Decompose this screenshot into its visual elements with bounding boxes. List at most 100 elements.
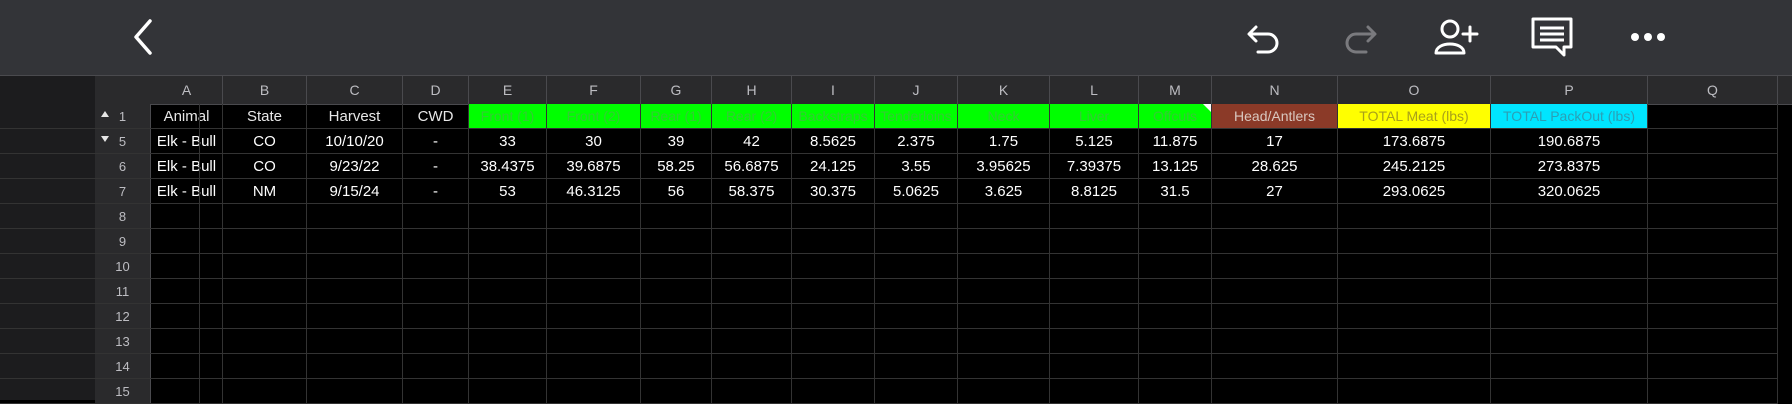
cell[interactable] xyxy=(403,304,469,329)
cell[interactable]: 273.8375 xyxy=(1491,154,1648,179)
cell[interactable] xyxy=(1050,279,1139,304)
cell[interactable]: 33 xyxy=(469,129,547,154)
cell[interactable] xyxy=(223,329,307,354)
cell[interactable]: 38.4375 xyxy=(469,154,547,179)
cell[interactable] xyxy=(1139,229,1212,254)
cell[interactable] xyxy=(792,204,875,229)
cell[interactable] xyxy=(958,304,1050,329)
cell[interactable] xyxy=(792,329,875,354)
cell[interactable] xyxy=(712,329,792,354)
cell[interactable] xyxy=(0,179,200,204)
cell[interactable] xyxy=(875,379,958,404)
cell[interactable]: 42 xyxy=(712,129,792,154)
back-button[interactable] xyxy=(118,12,168,62)
cell[interactable] xyxy=(1139,304,1212,329)
cell[interactable] xyxy=(1338,354,1491,379)
header-cell[interactable]: Rear (2) xyxy=(712,104,792,129)
column-header-p[interactable]: P xyxy=(1491,76,1648,104)
cell[interactable] xyxy=(641,354,712,379)
column-header-c[interactable]: C xyxy=(307,76,403,104)
cell[interactable] xyxy=(1139,354,1212,379)
cell[interactable] xyxy=(1050,304,1139,329)
cell[interactable] xyxy=(1139,279,1212,304)
column-header-l[interactable]: L xyxy=(1050,76,1139,104)
column-header-f[interactable]: F xyxy=(547,76,641,104)
cell[interactable] xyxy=(875,354,958,379)
cell[interactable] xyxy=(469,229,547,254)
cell[interactable]: 13.125 xyxy=(1139,154,1212,179)
cell[interactable] xyxy=(641,379,712,404)
cell[interactable] xyxy=(469,204,547,229)
add-collaborator-button[interactable] xyxy=(1432,12,1482,62)
cell[interactable]: CO xyxy=(223,154,307,179)
cell[interactable] xyxy=(0,154,200,179)
cell[interactable] xyxy=(1212,379,1338,404)
cell[interactable] xyxy=(1050,229,1139,254)
cell[interactable]: 3.55 xyxy=(875,154,958,179)
header-cell[interactable]: Offcuts xyxy=(1139,104,1212,129)
cell[interactable] xyxy=(1338,329,1491,354)
cell[interactable]: 24.125 xyxy=(792,154,875,179)
column-header-n[interactable]: N xyxy=(1212,76,1338,104)
cell[interactable]: 3.95625 xyxy=(958,154,1050,179)
cell[interactable] xyxy=(1648,179,1778,204)
cell[interactable] xyxy=(223,279,307,304)
cell[interactable] xyxy=(0,254,200,279)
cell[interactable] xyxy=(641,204,712,229)
header-cell[interactable] xyxy=(1648,104,1778,129)
cell[interactable] xyxy=(792,379,875,404)
cell[interactable]: 5.125 xyxy=(1050,129,1139,154)
cell[interactable] xyxy=(469,279,547,304)
cell[interactable] xyxy=(792,304,875,329)
header-cell[interactable] xyxy=(0,104,200,129)
header-cell[interactable]: Tenderloins xyxy=(875,104,958,129)
cell[interactable] xyxy=(547,254,641,279)
cell[interactable] xyxy=(875,254,958,279)
redo-button[interactable] xyxy=(1335,12,1385,62)
cell[interactable] xyxy=(958,279,1050,304)
cell[interactable] xyxy=(307,229,403,254)
cell[interactable] xyxy=(641,304,712,329)
cell[interactable] xyxy=(792,254,875,279)
cell[interactable] xyxy=(1491,204,1648,229)
cell[interactable] xyxy=(307,254,403,279)
header-cell[interactable]: Head/Antlers xyxy=(1212,104,1338,129)
cell[interactable] xyxy=(792,279,875,304)
cell[interactable]: 3.625 xyxy=(958,179,1050,204)
cell[interactable] xyxy=(712,304,792,329)
header-cell[interactable]: TOTAL PackOut (lbs) xyxy=(1491,104,1648,129)
cell[interactable] xyxy=(1648,229,1778,254)
cell[interactable] xyxy=(1212,329,1338,354)
cell[interactable]: 8.8125 xyxy=(1050,179,1139,204)
column-header-m[interactable]: M xyxy=(1139,76,1212,104)
cell[interactable] xyxy=(1648,304,1778,329)
cell[interactable] xyxy=(1212,354,1338,379)
cell[interactable] xyxy=(307,204,403,229)
cell[interactable] xyxy=(403,329,469,354)
column-header-d[interactable]: D xyxy=(403,76,469,104)
cell[interactable] xyxy=(469,379,547,404)
cell[interactable] xyxy=(712,229,792,254)
cell[interactable] xyxy=(0,129,200,154)
cell[interactable] xyxy=(0,279,200,304)
cell[interactable] xyxy=(403,229,469,254)
cell[interactable] xyxy=(0,204,200,229)
cell[interactable] xyxy=(875,204,958,229)
cell[interactable] xyxy=(469,329,547,354)
cell[interactable] xyxy=(1050,354,1139,379)
column-header-a[interactable]: A xyxy=(151,76,223,104)
cell[interactable] xyxy=(1050,204,1139,229)
column-header-b[interactable]: B xyxy=(223,76,307,104)
comment-indicator-icon[interactable] xyxy=(1203,104,1211,112)
cell[interactable] xyxy=(307,304,403,329)
cell[interactable] xyxy=(1338,379,1491,404)
cell[interactable] xyxy=(1648,279,1778,304)
cell[interactable] xyxy=(0,354,200,379)
cell[interactable] xyxy=(403,354,469,379)
cell[interactable] xyxy=(223,379,307,404)
cell[interactable] xyxy=(403,379,469,404)
cell[interactable] xyxy=(958,354,1050,379)
cell[interactable] xyxy=(875,279,958,304)
cell[interactable] xyxy=(712,354,792,379)
more-button[interactable] xyxy=(1623,12,1673,62)
